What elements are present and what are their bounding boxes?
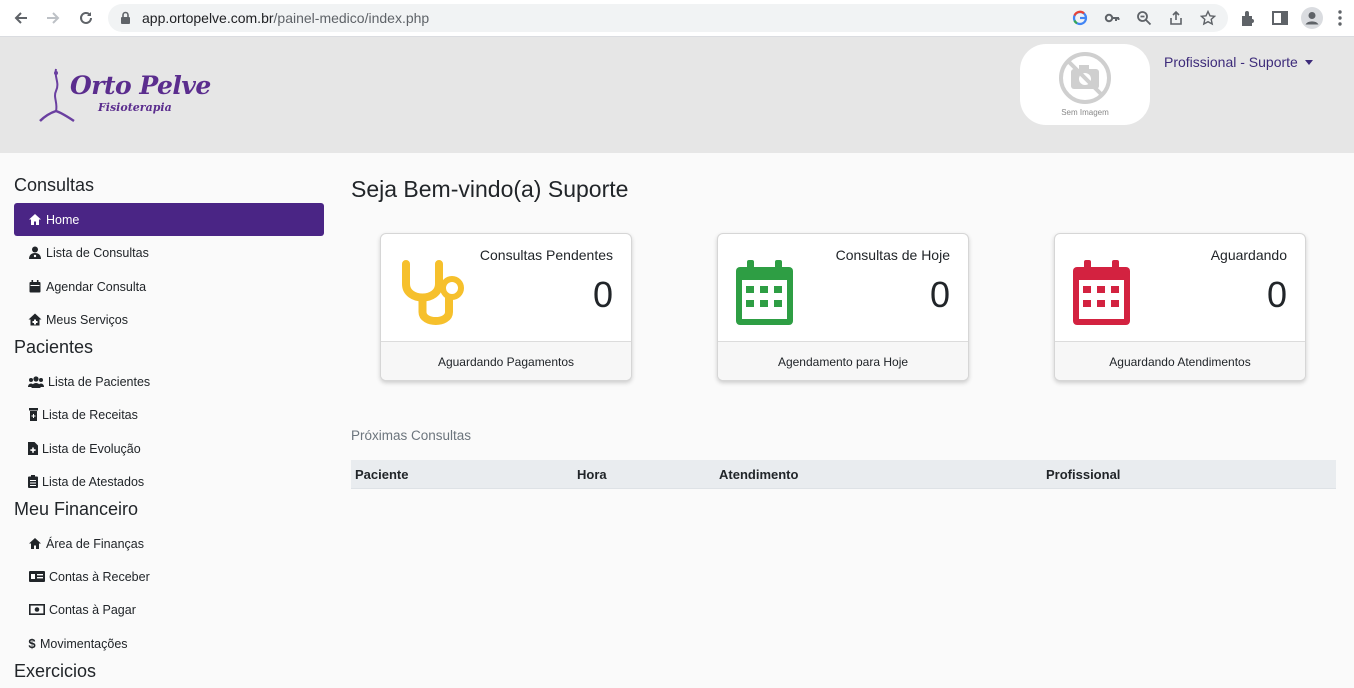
sidebar-item-label: Contas à Receber (49, 569, 150, 584)
calendar-icon (28, 280, 42, 294)
clipboard-icon (28, 475, 38, 489)
sidebar-item-lista-atestados[interactable]: Lista de Atestados (14, 465, 324, 498)
sidebar-item-label: Lista de Consultas (46, 245, 149, 260)
card-title: Consultas de Hoje (835, 247, 950, 263)
section-title-pacientes: Pacientes (14, 337, 94, 357)
sidebar-item-lista-receitas[interactable]: Lista de Receitas (14, 398, 324, 431)
sidebar-item-label: Lista de Atestados (42, 474, 145, 489)
sidebar-item-label: Home (46, 212, 80, 227)
money-check-icon (28, 570, 45, 584)
sidebar-item-label: Lista de Receitas (42, 407, 138, 422)
sidebar-item-agendar-consulta[interactable]: Agendar Consulta (14, 270, 324, 303)
card-title: Consultas Pendentes (479, 247, 613, 263)
share-icon[interactable] (1168, 10, 1184, 26)
avatar[interactable]: Sem Imagem (1020, 44, 1150, 125)
user-menu-dropdown[interactable]: Profissional - Suporte (1164, 54, 1313, 70)
sidebar-item-area-financas[interactable]: Área de Finanças (14, 527, 324, 560)
column-header-hora[interactable]: Hora (577, 467, 607, 482)
extensions-icon[interactable] (1239, 9, 1257, 27)
dollar-icon: $ (28, 636, 36, 651)
menu-icon[interactable] (1337, 9, 1354, 27)
key-icon[interactable] (1104, 10, 1120, 26)
card-title: Aguardando (1210, 247, 1287, 263)
sidebar-item-contas-receber[interactable]: Contas à Receber (14, 560, 324, 593)
user-menu-label: Profissional - Suporte (1164, 54, 1298, 70)
sidebar-item-lista-evolucao[interactable]: Lista de Evolução (14, 432, 324, 465)
column-header-paciente[interactable]: Paciente (355, 467, 408, 482)
home-icon (28, 537, 42, 551)
sidebar-item-label: Lista de Evolução (42, 441, 141, 456)
card-footer: Aguardando Atendimentos (1055, 341, 1305, 380)
card-footer: Agendamento para Hoje (718, 341, 968, 380)
browser-toolbar: app.ortopelve.com.br/painel-medico/index… (0, 0, 1354, 37)
sidebar-item-meus-servicos[interactable]: Meus Serviços (14, 303, 324, 336)
back-icon[interactable] (11, 8, 31, 28)
google-icon[interactable] (1072, 10, 1088, 26)
forward-icon[interactable] (43, 8, 63, 28)
stethoscope-icon (397, 260, 467, 335)
stat-card-hoje[interactable]: Consultas de Hoje 0 Agendamento para Hoj… (717, 233, 969, 381)
url-text: app.ortopelve.com.br/painel-medico/index… (142, 10, 430, 26)
card-value: 0 (1266, 274, 1287, 315)
sidebar-item-lista-consultas[interactable]: Lista de Consultas (14, 236, 324, 269)
sidebar-item-contas-pagar[interactable]: Contas à Pagar (14, 593, 324, 626)
money-bill-icon (28, 603, 45, 617)
profile-icon[interactable] (1301, 7, 1323, 29)
lock-icon (120, 11, 131, 30)
sidebar-item-lista-pacientes[interactable]: Lista de Pacientes (14, 365, 324, 398)
calendar-icon (736, 260, 793, 330)
section-title-meu-financeiro: Meu Financeiro (14, 499, 139, 519)
avatar-caption: Sem Imagem (1061, 108, 1109, 117)
logo-subtitle: Fisioterapia (98, 101, 172, 114)
logo[interactable]: Orto Pelve Fisioterapia (36, 67, 216, 127)
logo-text: Orto Pelve (70, 71, 211, 100)
card-body: Consultas de Hoje 0 (718, 234, 968, 341)
app-header: Orto Pelve Fisioterapia Sem Imagem Profi… (0, 37, 1354, 153)
sidebar-item-movimentacoes[interactable]: $ Movimentações (14, 627, 324, 660)
user-doctor-icon (28, 246, 42, 260)
sidebar-item-label: Lista de Pacientes (48, 374, 151, 389)
users-icon (28, 375, 44, 389)
prescription-bottle-icon (28, 408, 38, 422)
star-icon[interactable] (1199, 9, 1217, 26)
column-header-profissional[interactable]: Profissional (1046, 467, 1120, 482)
zoom-icon[interactable] (1136, 10, 1152, 26)
side-panel-icon[interactable] (1271, 9, 1289, 27)
sidebar-item-label: Área de Finanças (46, 536, 144, 551)
section-title-proximas-consultas: Próximas Consultas (351, 428, 472, 443)
page-title: Seja Bem-vindo(a) Suporte (351, 176, 629, 202)
reload-icon[interactable] (76, 8, 96, 28)
stat-card-aguardando[interactable]: Aguardando 0 Aguardando Atendimentos (1054, 233, 1306, 381)
sidebar: Consultas Home Lista de Consultas Agenda… (0, 153, 340, 688)
section-title-exercicios: Exercicios (14, 661, 97, 681)
file-medical-icon (28, 442, 38, 456)
sidebar-item-home[interactable]: Home (14, 203, 324, 236)
card-value: 0 (592, 274, 613, 315)
no-camera-icon (1059, 52, 1111, 104)
card-body: Consultas Pendentes 0 (381, 234, 631, 341)
address-bar[interactable]: app.ortopelve.com.br/painel-medico/index… (108, 4, 1228, 32)
column-header-atendimento[interactable]: Atendimento (719, 467, 798, 482)
sidebar-item-label: Agendar Consulta (46, 279, 147, 294)
house-medical-icon (28, 313, 42, 327)
section-title-consultas: Consultas (14, 175, 95, 195)
home-icon (28, 213, 42, 227)
appointments-table-header: Paciente Hora Atendimento Profissional (351, 460, 1336, 489)
sidebar-item-label: Meus Serviços (46, 312, 128, 327)
card-footer: Aguardando Pagamentos (381, 341, 631, 380)
card-body: Aguardando 0 (1055, 234, 1305, 341)
card-value: 0 (929, 274, 950, 315)
sidebar-item-label: Movimentações (40, 636, 128, 651)
stat-card-pendentes[interactable]: Consultas Pendentes 0 Aguardando Pagamen… (380, 233, 632, 381)
caret-down-icon (1304, 59, 1313, 65)
calendar-icon (1073, 260, 1130, 330)
sidebar-item-label: Contas à Pagar (49, 602, 136, 617)
